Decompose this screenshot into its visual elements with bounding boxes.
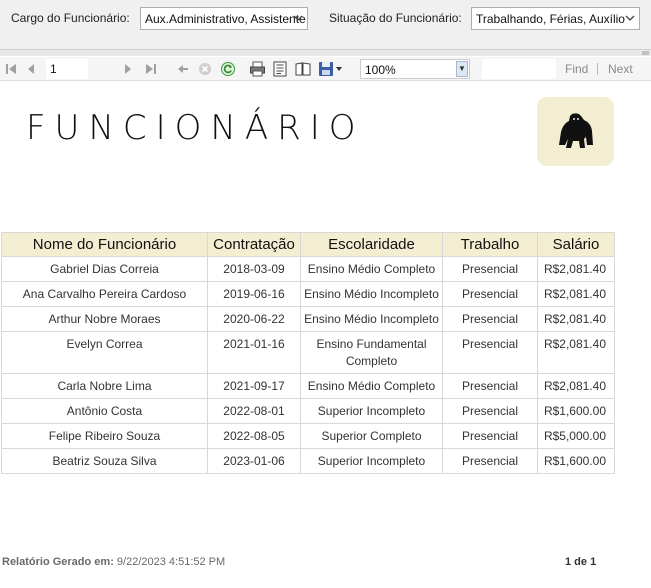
previous-page-icon[interactable] [25, 60, 37, 78]
table-row: Gabriel Dias Correia 2018-03-09 Ensino M… [1, 256, 615, 282]
chevron-down-icon[interactable]: ▼ [456, 61, 468, 77]
refresh-icon[interactable] [220, 60, 236, 78]
find-link[interactable]: Find [565, 62, 588, 76]
toolbar-divider [597, 63, 598, 75]
work-mode: Presencial [442, 281, 538, 307]
column-header: Nome do Funcionário [1, 232, 208, 257]
zoom-value: 100% [365, 63, 396, 77]
work-mode: Presencial [442, 398, 538, 424]
column-header: Escolaridade [300, 232, 443, 257]
first-page-icon[interactable] [4, 60, 18, 78]
hire-date: 2018-03-09 [207, 256, 301, 282]
employee-name: Gabriel Dias Correia [1, 256, 208, 282]
cargo-select[interactable]: Aux.Administrativo, Assistente [140, 7, 308, 30]
generated-label: Relatório Gerado em: [2, 556, 114, 568]
next-page-icon[interactable] [122, 60, 134, 78]
print-icon[interactable] [249, 60, 266, 78]
hire-date: 2022-08-01 [207, 398, 301, 424]
work-mode: Presencial [442, 331, 538, 374]
employee-name: Beatriz Souza Silva [1, 448, 208, 474]
education: Superior Incompleto [300, 448, 443, 474]
page-setup-icon[interactable] [294, 60, 312, 78]
gorilla-icon [559, 113, 593, 148]
find-input[interactable] [482, 59, 556, 79]
table-row: Ana Carvalho Pereira Cardoso 2019-06-16 … [1, 281, 615, 307]
salary: R$1,600.00 [537, 398, 615, 424]
hire-date: 2022-08-05 [207, 423, 301, 449]
splitter[interactable] [0, 49, 651, 56]
chevron-down-icon [625, 11, 635, 28]
report-title: FUNCIONÁRIO [26, 108, 365, 148]
education: Ensino Médio Completo [300, 373, 443, 399]
education: Ensino Médio Incompleto [300, 306, 443, 332]
table-row: Felipe Ribeiro Souza 2022-08-05 Superior… [1, 423, 615, 449]
table-row: Evelyn Correa 2021-01-16 Ensino Fundamen… [1, 331, 615, 374]
salary: R$2,081.40 [537, 306, 615, 332]
column-header: Trabalho [442, 232, 538, 257]
page-number-input[interactable]: 1 [46, 59, 88, 79]
generated-value: 9/22/2023 4:51:52 PM [116, 556, 226, 568]
chevron-down-icon [293, 11, 303, 28]
hire-date: 2019-06-16 [207, 281, 301, 307]
hire-date: 2021-01-16 [207, 331, 301, 374]
collapse-grip-icon[interactable] [642, 51, 649, 55]
export-icon[interactable] [318, 60, 344, 78]
employee-name: Carla Nobre Lima [1, 373, 208, 399]
column-header: Salário [537, 232, 615, 257]
employee-name: Arthur Nobre Moraes [1, 306, 208, 332]
salary: R$2,081.40 [537, 373, 615, 399]
employee-name: Antônio Costa [1, 398, 208, 424]
education: Ensino Fundamental Completo [300, 331, 443, 374]
report-toolbar: 1 100% ▼ Find Next [0, 57, 651, 81]
salary: R$2,081.40 [537, 256, 615, 282]
stop-icon[interactable] [197, 60, 213, 78]
salary: R$2,081.40 [537, 281, 615, 307]
education: Superior Completo [300, 423, 443, 449]
next-link[interactable]: Next [608, 62, 633, 76]
table-row: Arthur Nobre Moraes 2020-06-22 Ensino Mé… [1, 306, 615, 332]
situacao-select-value: Trabalhando, Férias, Auxílio [476, 12, 625, 26]
table-header-row: Nome do Funcionário Contratação Escolari… [1, 232, 615, 257]
employee-name: Evelyn Correa [1, 331, 208, 374]
work-mode: Presencial [442, 256, 538, 282]
cargo-label: Cargo do Funcionário: [11, 11, 130, 25]
work-mode: Presencial [442, 306, 538, 332]
cargo-select-value: Aux.Administrativo, Assistente [145, 12, 306, 26]
salary: R$2,081.40 [537, 331, 615, 374]
work-mode: Presencial [442, 373, 538, 399]
hire-date: 2020-06-22 [207, 306, 301, 332]
hire-date: 2021-09-17 [207, 373, 301, 399]
education: Ensino Médio Completo [300, 256, 443, 282]
salary: R$5,000.00 [537, 423, 615, 449]
hire-date: 2023-01-06 [207, 448, 301, 474]
table-row: Carla Nobre Lima 2021-09-17 Ensino Médio… [1, 373, 615, 399]
employee-name: Ana Carvalho Pereira Cardoso [1, 281, 208, 307]
last-page-icon[interactable] [144, 60, 158, 78]
zoom-select[interactable]: 100% ▼ [360, 59, 470, 79]
salary: R$1,600.00 [537, 448, 615, 474]
work-mode: Presencial [442, 448, 538, 474]
column-header: Contratação [207, 232, 301, 257]
generated-footer: Relatório Gerado em: 9/22/2023 4:51:52 P… [2, 556, 225, 568]
back-icon[interactable] [176, 60, 190, 78]
table-row: Beatriz Souza Silva 2023-01-06 Superior … [1, 448, 615, 474]
situacao-label: Situação do Funcionário: [329, 11, 462, 25]
employee-table: Nome do Funcionário Contratação Escolari… [1, 232, 615, 474]
work-mode: Presencial [442, 423, 538, 449]
parameter-bar: Cargo do Funcionário: Aux.Administrativo… [0, 0, 651, 49]
education: Superior Incompleto [300, 398, 443, 424]
situacao-select[interactable]: Trabalhando, Férias, Auxílio [471, 7, 640, 30]
print-layout-icon[interactable] [272, 60, 288, 78]
table-row: Antônio Costa 2022-08-01 Superior Incomp… [1, 398, 615, 424]
company-logo [537, 97, 614, 166]
page-info: 1 de 1 [565, 556, 597, 568]
education: Ensino Médio Incompleto [300, 281, 443, 307]
employee-name: Felipe Ribeiro Souza [1, 423, 208, 449]
